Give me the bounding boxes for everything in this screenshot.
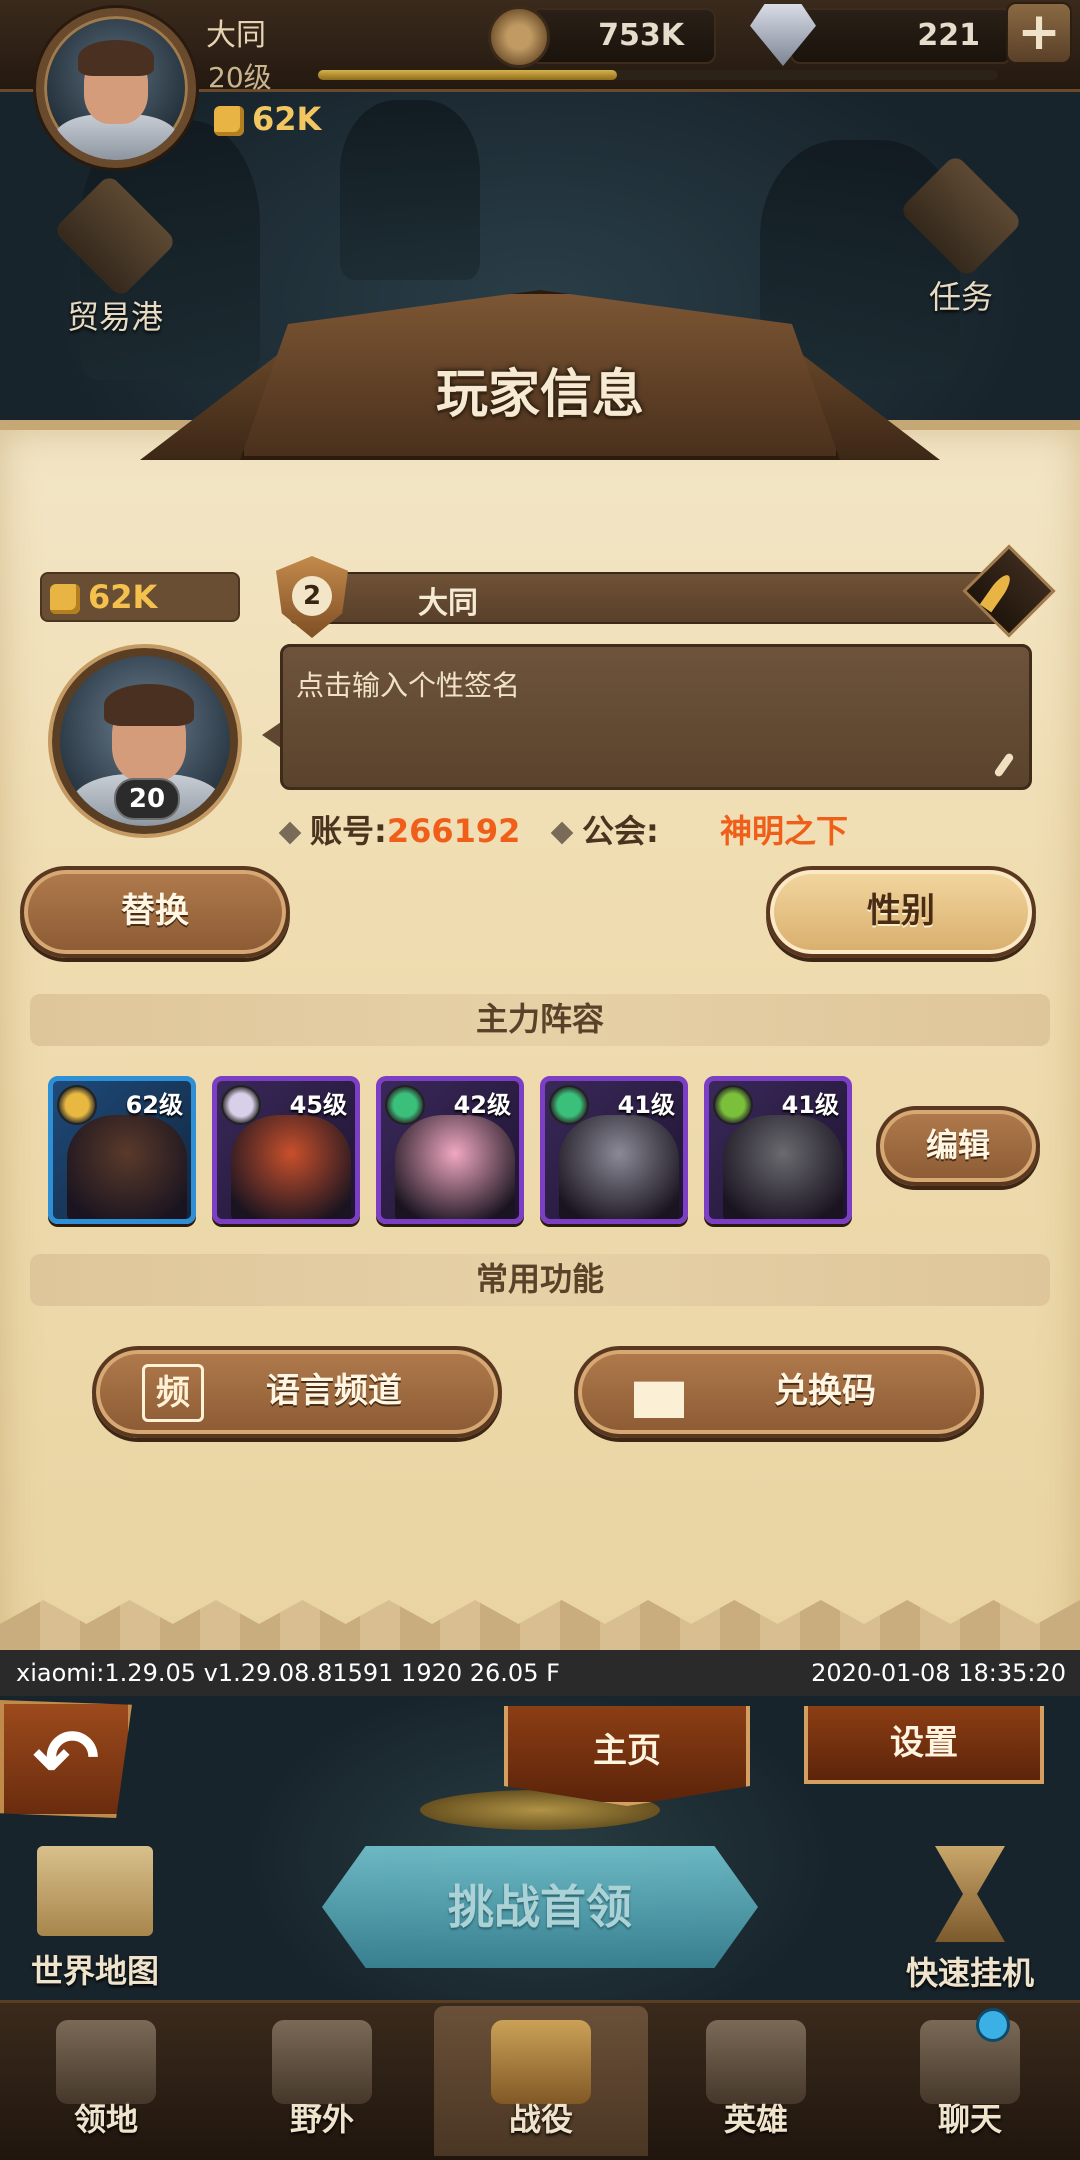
map-icon	[37, 1846, 153, 1936]
hero-card[interactable]: 41级	[704, 1076, 852, 1224]
account-label: 账号:	[310, 812, 387, 850]
hero-level: 42级	[453, 1091, 511, 1119]
hero-card[interactable]: 62级	[48, 1076, 196, 1224]
ship-icon	[52, 173, 178, 299]
hero-level: 62级	[125, 1091, 183, 1119]
world-map-label: 世界地图	[30, 1952, 159, 1990]
xp-bar	[318, 70, 998, 80]
hero-portrait	[231, 1115, 351, 1219]
chat-notification-dot	[976, 2008, 1010, 2042]
version-bar: xiaomi:1.29.05 v1.29.08.81591 1920 26.05…	[0, 1650, 1080, 1696]
edit-lineup-button[interactable]: 编辑	[876, 1106, 1040, 1186]
functions-section-header: 常用功能	[30, 1254, 1050, 1306]
lineup-section-header: 主力阵容	[30, 994, 1050, 1046]
hero-level: 41级	[617, 1091, 675, 1119]
channel-icon: 频	[142, 1364, 204, 1422]
power-top: 62K	[214, 100, 321, 138]
power-top-value: 62K	[252, 100, 322, 138]
guild-row: 公会:	[550, 806, 659, 852]
hero-level: 45级	[289, 1091, 347, 1119]
player-name: 大同	[418, 586, 478, 621]
diamond-bullet-icon	[278, 821, 302, 845]
account-row: 账号:266192	[278, 806, 521, 852]
trade-port-label: 贸易港	[66, 298, 163, 336]
back-arrow-icon: ↶	[32, 1712, 100, 1805]
hero-level: 41级	[781, 1091, 839, 1119]
hero-card[interactable]: 45级	[212, 1076, 360, 1224]
faction-icon	[221, 1085, 261, 1125]
guild-label: 公会:	[582, 812, 659, 850]
settings-tab[interactable]: 设置	[804, 1706, 1044, 1784]
hourglass-icon	[935, 1846, 1005, 1942]
panel-title: 玩家信息	[435, 365, 644, 425]
hero-card[interactable]: 41级	[540, 1076, 688, 1224]
scroll-map-icon	[272, 2020, 372, 2104]
rank-number: 2	[292, 576, 332, 616]
avatar-level-badge: 20	[114, 778, 180, 820]
nav-heroes[interactable]: 英雄	[656, 2006, 856, 2156]
quests-button[interactable]: 任务	[886, 153, 1036, 316]
player-avatar-top[interactable]	[36, 8, 196, 168]
redeem-code-button[interactable]: 兑换码	[574, 1346, 984, 1438]
replace-avatar-button[interactable]: 替换	[20, 866, 290, 958]
nav-wilderness[interactable]: 野外	[222, 2006, 422, 2156]
nav-territory[interactable]: 领地	[6, 2006, 206, 2156]
diamond-bullet-icon	[550, 821, 574, 845]
fist-icon	[50, 584, 80, 614]
castle-icon	[56, 2020, 156, 2104]
xp-bar-fill	[318, 70, 618, 80]
timestamp: 2020-01-08 18:35:20	[811, 1659, 1066, 1687]
faction-icon	[385, 1085, 425, 1125]
language-channel-button[interactable]: 频 语言频道	[92, 1346, 502, 1438]
add-diamonds-button[interactable]: +	[1006, 2, 1072, 64]
faction-icon	[57, 1085, 97, 1125]
hero-card[interactable]: 42级	[376, 1076, 524, 1224]
helmet-icon	[706, 2020, 806, 2104]
nav-chat[interactable]: 聊天	[870, 2006, 1070, 2156]
world-map-button[interactable]: 世界地图	[20, 1846, 170, 1996]
gold-counter: 753K	[530, 8, 716, 64]
gold-coin-icon	[488, 6, 550, 68]
hero-portrait	[67, 1115, 187, 1219]
fist-icon	[214, 106, 244, 136]
account-id: 266192	[386, 812, 521, 850]
challenge-boss-button[interactable]: 挑战首领	[322, 1846, 758, 1968]
back-button[interactable]: ↶	[0, 1700, 132, 1818]
language-channel-label: 语言频道	[266, 1371, 402, 1411]
gender-button[interactable]: 性别	[766, 866, 1036, 958]
player-level-top: 20级	[208, 61, 272, 94]
hero-portrait	[395, 1115, 515, 1219]
diamond-counter: 221	[790, 8, 1012, 64]
gift-icon	[634, 1381, 684, 1418]
redeem-code-label: 兑换码	[774, 1371, 876, 1411]
faction-icon	[549, 1085, 589, 1125]
quick-idle-button[interactable]: 快速挂机	[890, 1846, 1050, 1996]
scroll-icon	[898, 153, 1024, 279]
guild-name[interactable]: 神明之下	[720, 806, 848, 852]
hero-portrait	[559, 1115, 679, 1219]
home-tab[interactable]: 主页	[504, 1706, 750, 1806]
version-info: xiaomi:1.29.05 v1.29.08.81591 1920 26.05…	[16, 1659, 560, 1687]
power-value: 62K	[88, 578, 158, 616]
swords-icon	[491, 2020, 591, 2104]
player-name-top: 大同	[206, 18, 266, 53]
quick-idle-label: 快速挂机	[905, 1954, 1034, 1992]
power-display: 62K	[40, 572, 240, 622]
background-tree	[340, 100, 480, 280]
quests-label: 任务	[928, 278, 993, 316]
trade-port-button[interactable]: 贸易港	[40, 173, 190, 336]
signature-placeholder: 点击输入个性签名	[296, 669, 521, 702]
hero-portrait	[723, 1115, 843, 1219]
player-name-bar	[290, 572, 1010, 624]
faction-icon	[713, 1085, 753, 1125]
nav-campaign[interactable]: 战役	[434, 2006, 648, 2156]
